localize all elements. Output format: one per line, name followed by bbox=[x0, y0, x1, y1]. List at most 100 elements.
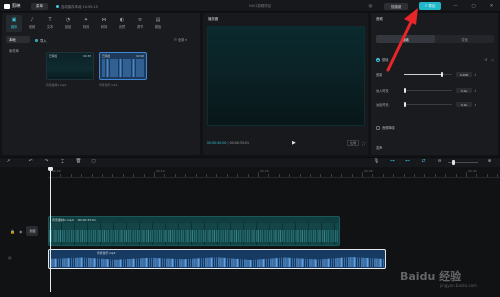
added-badge: 已添加 bbox=[49, 54, 58, 58]
ruler-tick bbox=[70, 174, 72, 177]
preview-canvas[interactable] bbox=[207, 26, 365, 126]
playhead[interactable] bbox=[50, 168, 51, 292]
fade-out-knob[interactable] bbox=[404, 102, 406, 107]
close-icon[interactable]: ✕ bbox=[488, 3, 495, 9]
volume-knob[interactable] bbox=[441, 72, 444, 77]
fade-out-slider[interactable] bbox=[404, 102, 452, 107]
reset-icon[interactable]: ↺ bbox=[484, 58, 487, 62]
chevron-down-icon: ▾ bbox=[184, 38, 187, 42]
audio-icon: ♪ bbox=[30, 17, 34, 23]
tab-transition[interactable]: ⋈ 转场 bbox=[96, 15, 112, 32]
zoom-out-icon[interactable]: ⊖ bbox=[436, 158, 443, 165]
tab-media[interactable]: ▣ 媒体 bbox=[6, 15, 22, 32]
ruler-tick bbox=[497, 174, 498, 177]
timecode: 00:00:00:00 / 00:00:33:01 bbox=[207, 141, 249, 145]
select-tool-icon[interactable]: ➚ bbox=[5, 158, 12, 165]
template-icon: ▤ bbox=[155, 17, 161, 23]
side-nav-item[interactable]: 素材库 bbox=[6, 47, 30, 54]
voice-changer-row: 变声 bbox=[376, 144, 494, 151]
ruler-tick bbox=[174, 174, 176, 177]
ruler-tick bbox=[60, 174, 61, 177]
ruler-tick bbox=[278, 174, 280, 177]
stepper-icon[interactable]: ⇕ bbox=[474, 73, 477, 77]
ruler-tick bbox=[351, 174, 353, 177]
fade-in-slider[interactable] bbox=[404, 88, 452, 93]
stepper-icon[interactable]: ⇕ bbox=[474, 103, 477, 107]
app-logo: 剪映 bbox=[4, 3, 30, 9]
menu-button[interactable]: 菜单 bbox=[31, 2, 48, 10]
maximize-icon[interactable]: ▢ bbox=[470, 3, 477, 9]
delete-icon[interactable]: 🗑 bbox=[75, 158, 82, 165]
audio-clip-name: 背景音乐.mp3 bbox=[97, 251, 116, 255]
fullscreen-icon[interactable]: ⛶ bbox=[362, 141, 365, 146]
ruler-tick bbox=[226, 174, 228, 177]
main-track-magnet-icon[interactable]: ⊶ bbox=[389, 158, 396, 165]
auto-snap-icon[interactable]: ⊷ bbox=[404, 158, 411, 165]
ratio-button[interactable]: 比例 bbox=[347, 140, 360, 146]
ruler-tick bbox=[206, 174, 207, 177]
tab-speed[interactable]: 变速 bbox=[435, 35, 494, 43]
minimize-icon[interactable]: — bbox=[452, 3, 459, 9]
ruler-tick bbox=[414, 174, 415, 177]
link-icon[interactable]: ⇄ bbox=[420, 158, 427, 165]
ruler-tick bbox=[320, 174, 321, 177]
ruler-tick bbox=[466, 172, 467, 177]
zoom-knob[interactable] bbox=[452, 159, 455, 165]
split-icon[interactable]: ⌶ bbox=[59, 158, 66, 165]
time-ruler[interactable] bbox=[48, 168, 500, 178]
stepper-icon[interactable]: ⇕ bbox=[474, 89, 477, 93]
freeze-icon[interactable]: ▢ bbox=[90, 158, 97, 165]
cloud-icon bbox=[56, 4, 59, 8]
filter-dropdown[interactable]: ☷ 全部 ▾ bbox=[174, 37, 196, 43]
fade-out-value[interactable]: 0.0s bbox=[456, 102, 472, 107]
video-clip-name: 背景素材1.mp4 bbox=[52, 218, 74, 222]
side-nav-item[interactable]: 本地 bbox=[6, 36, 30, 43]
volume-value[interactable]: 0.0dB bbox=[456, 72, 472, 77]
zoom-fit-icon[interactable]: ⊕ bbox=[486, 158, 493, 165]
tab-text[interactable]: T 文本 bbox=[42, 15, 58, 32]
audio-waveform bbox=[102, 59, 144, 77]
ruler-tick bbox=[268, 174, 269, 177]
ruler-tick bbox=[133, 174, 134, 177]
ruler-tick bbox=[154, 172, 155, 177]
tab-sticker[interactable]: ◔ 贴纸 bbox=[60, 15, 76, 32]
redo-icon[interactable]: ↷ bbox=[43, 158, 50, 165]
import-button[interactable]: 导入 bbox=[35, 37, 75, 43]
tab-label: 滤镜 bbox=[118, 25, 126, 29]
play-button[interactable]: ▶ bbox=[292, 140, 296, 146]
ruler-tick bbox=[434, 174, 436, 177]
annotation-arrow bbox=[386, 8, 418, 72]
record-icon[interactable]: 🎙 bbox=[373, 158, 380, 165]
audio-clip[interactable]: 背景音乐.mp3 bbox=[48, 249, 386, 269]
import-icon bbox=[35, 38, 38, 42]
ruler-tick bbox=[143, 174, 145, 177]
playhead-handle[interactable] bbox=[48, 167, 53, 171]
tab-filter[interactable]: ◐ 滤镜 bbox=[114, 15, 130, 32]
cover-button[interactable]: 封面 bbox=[26, 226, 39, 236]
feedback-icon[interactable]: ◎ bbox=[367, 3, 374, 9]
denoise-row: 音频降噪 bbox=[376, 124, 494, 131]
ruler-tick bbox=[102, 174, 103, 177]
denoise-checkbox[interactable] bbox=[376, 125, 380, 130]
export-label: 导出 bbox=[428, 3, 436, 8]
media-item-video[interactable]: 已添加 00:33 bbox=[46, 52, 94, 80]
tab-audio[interactable]: ♪ 音频 bbox=[24, 15, 40, 32]
ruler-tick bbox=[112, 174, 113, 177]
export-button[interactable]: ⇪ 导出 bbox=[419, 2, 441, 10]
fade-in-value[interactable]: 0.0s bbox=[456, 88, 472, 93]
media-item-audio[interactable]: 已添加 02:00 bbox=[99, 52, 147, 80]
eye-icon[interactable]: ◉ bbox=[19, 229, 23, 234]
lock-icon[interactable]: 🔒 bbox=[10, 229, 15, 234]
tab-template[interactable]: ▤ 模板 bbox=[150, 15, 166, 32]
fade-in-row: 淡入时长 0.0s ⇕ bbox=[376, 87, 494, 94]
video-track-header: 🔒 ◉ 封面 bbox=[2, 216, 47, 246]
tab-adjust[interactable]: ≡ 调节 bbox=[132, 15, 148, 32]
fade-in-knob[interactable] bbox=[404, 88, 406, 93]
keyframe-icon[interactable]: ◇ bbox=[491, 58, 494, 62]
fade-in-label: 淡入时长 bbox=[376, 89, 389, 93]
ruler-tick bbox=[164, 174, 165, 177]
undo-icon[interactable]: ↶ bbox=[27, 158, 34, 165]
ruler-tick-label: 00:20 bbox=[260, 169, 269, 173]
video-clip[interactable]: 背景素材1.mp4 00:00:33:01 bbox=[48, 216, 340, 246]
tab-effects[interactable]: ✦ 特效 bbox=[78, 15, 94, 32]
